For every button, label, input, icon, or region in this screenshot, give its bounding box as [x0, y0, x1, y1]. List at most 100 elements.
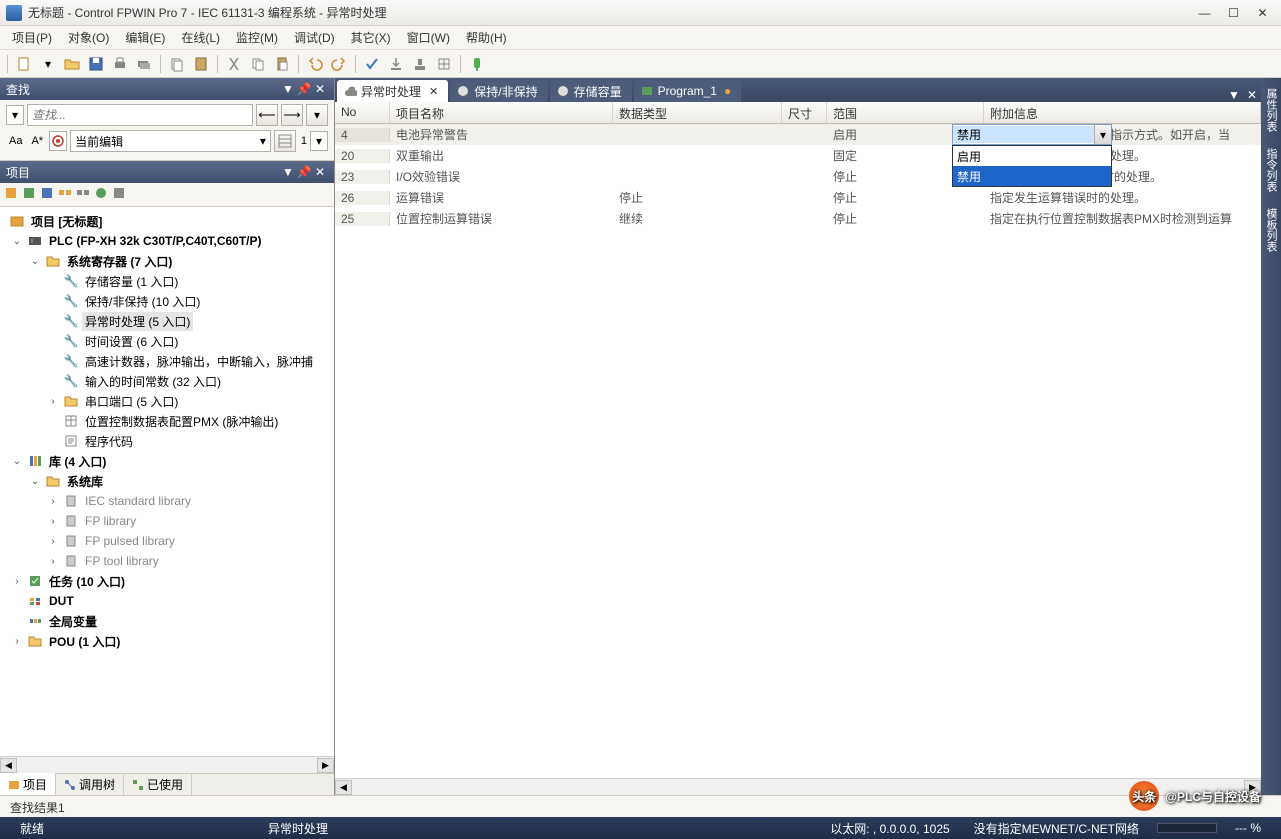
tree-tb-6[interactable]	[94, 186, 108, 203]
tree-global[interactable]: 全局变量	[46, 612, 100, 631]
project-tree[interactable]: 项目 [无标题] ⌄ PLC (FP-XH 32k C30T/P,C40T,C60…	[0, 207, 334, 756]
tree-tb-3[interactable]	[40, 186, 54, 203]
check-icon[interactable]	[361, 53, 383, 75]
chevron-right-icon[interactable]: ›	[46, 496, 60, 507]
online-icon[interactable]	[466, 53, 488, 75]
menu-help[interactable]: 帮助(H)	[458, 26, 515, 49]
col-info[interactable]: 附加信息	[984, 102, 1261, 123]
tree-item[interactable]: 串口端口 (5 入口)	[82, 392, 181, 411]
download-icon[interactable]	[385, 53, 407, 75]
menu-other[interactable]: 其它(X)	[343, 26, 399, 49]
tree-item[interactable]: 高速计数器，脉冲输出，中断输入，脉冲捕	[82, 352, 316, 371]
col-name[interactable]: 项目名称	[390, 102, 613, 123]
menu-project[interactable]: 项目(P)	[4, 26, 60, 49]
col-no[interactable]: No	[335, 102, 390, 123]
close-button[interactable]: ✕	[1250, 4, 1275, 22]
chevron-right-icon[interactable]: ›	[46, 516, 60, 527]
dropdown-option[interactable]: 启用	[953, 146, 1111, 166]
grid-row[interactable]: 23I/O效验错误停止指定发生I/O效验错误时的处理。	[335, 166, 1261, 187]
doc-tab[interactable]: 保持/非保持	[450, 80, 547, 102]
tabs-close-icon[interactable]: ✕	[1243, 88, 1261, 102]
find-next-icon[interactable]: ⟶	[281, 104, 303, 126]
wildcard-icon[interactable]: A*	[28, 135, 46, 147]
tab-project[interactable]: 项目	[0, 773, 56, 796]
find-mode-dd[interactable]: ▾	[6, 105, 24, 125]
tree-root[interactable]: 项目 [无标题]	[28, 212, 105, 231]
maximize-button[interactable]: ☐	[1221, 4, 1246, 22]
panel-close-icon[interactable]: ✕	[312, 165, 328, 179]
print-icon[interactable]	[109, 53, 131, 75]
search-scope-select[interactable]: 当前编辑▾	[70, 130, 271, 152]
new-icon[interactable]	[13, 53, 35, 75]
side-tab-props[interactable]: 属性列表	[1261, 82, 1281, 138]
side-tab-inst[interactable]: 指令列表	[1261, 142, 1281, 198]
col-size[interactable]: 尺寸	[782, 102, 827, 123]
chevron-right-icon[interactable]: ›	[46, 396, 60, 407]
tab-calltree[interactable]: 调用树	[56, 773, 124, 796]
side-tab-tmpl[interactable]: 模板列表	[1261, 202, 1281, 258]
menu-edit[interactable]: 编辑(E)	[117, 26, 173, 49]
doc-tab-active[interactable]: 异常时处理✕	[337, 80, 448, 102]
tree-tb-4[interactable]	[58, 186, 72, 203]
tree-tb-2[interactable]	[22, 186, 36, 203]
tree-pou[interactable]: POU (1 入口)	[46, 632, 123, 651]
chevron-down-icon[interactable]: ▾	[1094, 125, 1111, 144]
tree-item[interactable]: FP tool library	[82, 553, 162, 569]
minimize-button[interactable]: —	[1192, 4, 1217, 22]
grid-row[interactable]: 4电池异常警告启用指定对备份电池异常的指示方式。如开启，当	[335, 124, 1261, 145]
find-results-dd[interactable]: ▾	[310, 131, 328, 151]
panel-close-icon[interactable]: ✕	[312, 82, 328, 96]
copy-icon[interactable]	[166, 53, 188, 75]
save-icon[interactable]	[85, 53, 107, 75]
panel-pin-icon[interactable]: 📌	[296, 165, 312, 179]
tree-item[interactable]: FP library	[82, 513, 139, 529]
print-all-icon[interactable]	[133, 53, 155, 75]
new-dd-icon[interactable]: ▾	[37, 53, 59, 75]
chevron-down-icon[interactable]: ⌄	[28, 476, 42, 487]
tree-syslib[interactable]: 系统库	[64, 472, 106, 491]
search-results-bar[interactable]: 查找结果1	[0, 795, 1281, 817]
tree-plc[interactable]: PLC (FP-XH 32k C30T/P,C40T,C60T/P)	[46, 233, 265, 249]
redo-icon[interactable]	[328, 53, 350, 75]
undo-icon[interactable]	[304, 53, 326, 75]
find-prev-icon[interactable]: ⟵	[256, 104, 278, 126]
doc-tab[interactable]: Program_1●	[634, 80, 742, 102]
upload-icon[interactable]	[409, 53, 431, 75]
tree-item[interactable]: 存储容量 (1 入口)	[82, 272, 181, 291]
chevron-down-icon[interactable]: ⌄	[10, 456, 24, 467]
tree-tb-5[interactable]	[76, 186, 90, 203]
menu-debug[interactable]: 调试(D)	[286, 26, 343, 49]
panel-pin-icon[interactable]: 📌	[296, 82, 312, 96]
cut-icon[interactable]	[223, 53, 245, 75]
tree-tb-7[interactable]	[112, 186, 126, 203]
tabs-more-icon[interactable]: ▼	[1225, 88, 1243, 102]
open-icon[interactable]	[61, 53, 83, 75]
tree-lib[interactable]: 库 (4 入口)	[46, 452, 109, 471]
grid-row[interactable]: 26运算错误停止停止指定发生运算错误时的处理。	[335, 187, 1261, 208]
tree-item[interactable]: 保持/非保持 (10 入口)	[82, 292, 203, 311]
find-all-icon[interactable]	[274, 130, 296, 152]
compile-icon[interactable]	[433, 53, 455, 75]
grid-row[interactable]: 25位置控制运算错误继续停止指定在执行位置控制数据表PMX时检测到运算	[335, 208, 1261, 229]
tree-sysreg[interactable]: 系统寄存器 (7 入口)	[64, 252, 175, 271]
tree-item[interactable]: IEC standard library	[82, 493, 194, 509]
chevron-right-icon[interactable]: ›	[46, 556, 60, 567]
tree-item[interactable]: 程序代码	[82, 432, 136, 451]
doc-tab[interactable]: 存储容量	[550, 80, 632, 102]
chevron-right-icon[interactable]: ›	[10, 576, 24, 587]
tree-item-selected[interactable]: 异常时处理 (5 入口)	[82, 312, 193, 331]
menu-monitor[interactable]: 监控(M)	[228, 26, 286, 49]
search-input[interactable]	[27, 104, 253, 126]
tree-tb-1[interactable]	[4, 186, 18, 203]
chevron-down-icon[interactable]: ⌄	[28, 256, 42, 267]
tree-item[interactable]: 位置控制数据表配置PMX (脉冲输出)	[82, 412, 281, 431]
grid-hscroll[interactable]: ◀▶	[335, 778, 1261, 795]
paste-icon[interactable]	[190, 53, 212, 75]
grid-row[interactable]: 20双重输出固定指定发生双重输出时的处理。	[335, 145, 1261, 166]
chevron-right-icon[interactable]: ›	[10, 636, 24, 647]
menu-window[interactable]: 窗口(W)	[399, 26, 458, 49]
panel-dropdown-icon[interactable]: ▼	[280, 82, 296, 96]
paste2-icon[interactable]	[271, 53, 293, 75]
tree-item[interactable]: 输入的时间常数 (32 入口)	[82, 372, 224, 391]
copy2-icon[interactable]	[247, 53, 269, 75]
